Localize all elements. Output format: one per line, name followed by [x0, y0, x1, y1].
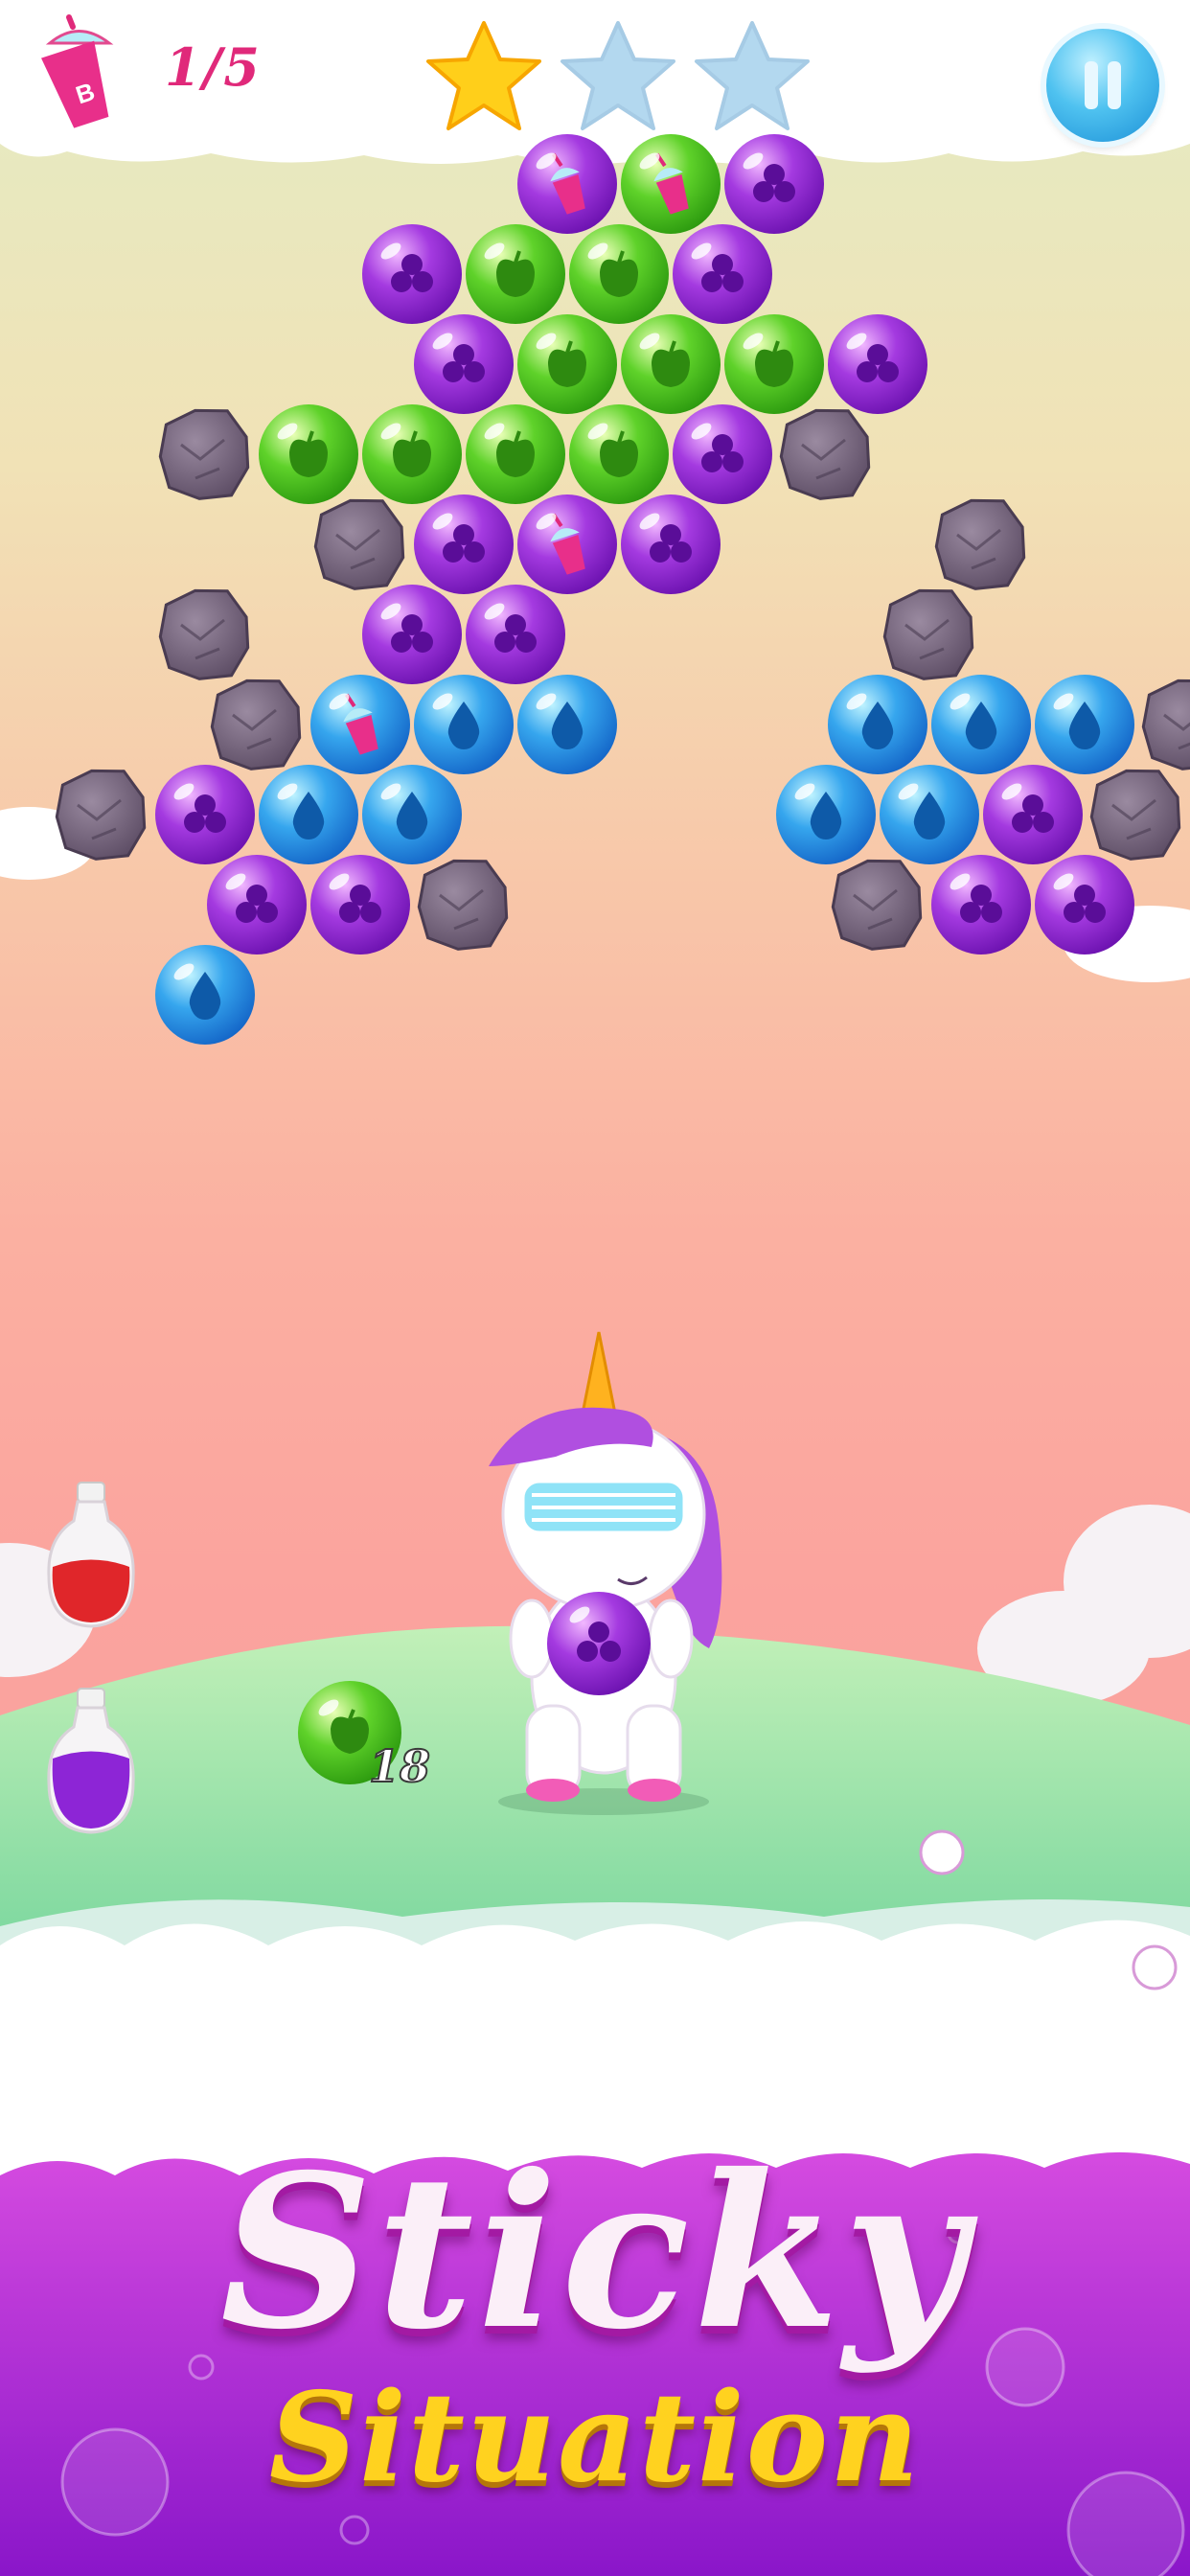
red-potion-icon[interactable] — [47, 1482, 135, 1628]
game-stage[interactable]: B 1/5 18 Sticky Situation — [0, 0, 1190, 2576]
purple-bubble — [673, 404, 772, 504]
purple-bubble — [207, 855, 307, 954]
rock-bubble — [313, 498, 405, 590]
rock-bubble — [779, 408, 871, 500]
green-bubble — [569, 224, 669, 324]
purple-bubble — [414, 494, 514, 594]
purple-bubble — [621, 494, 721, 594]
shots-remaining: 18 — [368, 1739, 431, 1793]
current-bubble — [547, 1592, 651, 1695]
blue-bubble — [155, 945, 255, 1045]
booster-panel — [47, 1482, 135, 1834]
blue-bubble — [828, 675, 927, 774]
green-bubble — [724, 314, 824, 414]
purple-bubble — [724, 134, 824, 234]
blue-bubble — [362, 765, 462, 864]
purple-bubble — [310, 855, 410, 954]
green-bubble — [466, 224, 565, 324]
green-bubble — [362, 404, 462, 504]
green-bubble — [517, 314, 617, 414]
purple-bubble — [155, 765, 255, 864]
unicorn-shooter[interactable] — [469, 1322, 747, 1821]
blue-bubble — [517, 675, 617, 774]
blue-bubble — [414, 675, 514, 774]
rock-bubble — [934, 498, 1026, 590]
purple-bubble — [517, 494, 617, 594]
purple-bubble — [1035, 855, 1134, 954]
green-bubble — [621, 134, 721, 234]
green-bubble — [569, 404, 669, 504]
purple-bubble — [517, 134, 617, 234]
purple-bubble — [362, 585, 462, 684]
title-line-2: Situation — [268, 2366, 922, 2510]
blue-bubble — [880, 765, 979, 864]
rock-bubble — [210, 678, 302, 770]
purple-potion-icon[interactable] — [47, 1688, 135, 1834]
purple-bubble — [362, 224, 462, 324]
blue-bubble — [1035, 675, 1134, 774]
bubble-grid[interactable] — [0, 0, 1190, 1073]
rock-bubble — [417, 859, 509, 951]
rock-bubble — [158, 588, 250, 680]
rock-bubble — [1089, 769, 1181, 861]
purple-bubble — [983, 765, 1083, 864]
green-bubble — [621, 314, 721, 414]
blue-bubble — [310, 675, 410, 774]
title-line-1: Sticky — [219, 2128, 971, 2376]
purple-bubble — [828, 314, 927, 414]
purple-bubble — [414, 314, 514, 414]
blue-bubble — [259, 765, 358, 864]
rock-bubble — [158, 408, 250, 500]
rock-bubble — [831, 859, 923, 951]
purple-bubble — [466, 585, 565, 684]
rock-bubble — [882, 588, 974, 680]
blue-bubble — [776, 765, 876, 864]
rock-bubble — [55, 769, 147, 861]
rock-bubble — [1141, 678, 1190, 770]
blue-bubble — [931, 675, 1031, 774]
green-bubble — [466, 404, 565, 504]
green-bubble — [259, 404, 358, 504]
purple-bubble — [673, 224, 772, 324]
purple-bubble — [931, 855, 1031, 954]
